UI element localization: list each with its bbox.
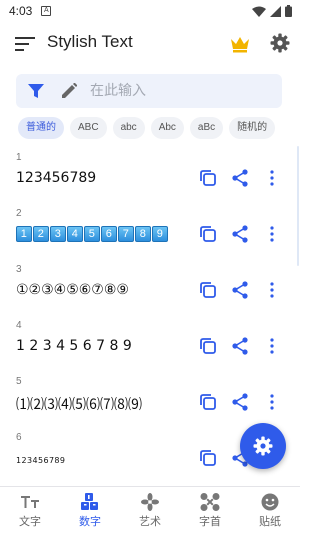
crown-icon[interactable] xyxy=(229,34,251,54)
status-indicators xyxy=(252,5,292,17)
status-time: 4:03 xyxy=(9,4,33,18)
keycap-digit: 4 xyxy=(67,226,83,242)
app-bar: Stylish Text xyxy=(0,22,300,66)
wifi-icon xyxy=(252,6,266,17)
item-text: ①②③④⑤⑥⑦⑧⑨ xyxy=(16,282,129,298)
pencil-icon[interactable] xyxy=(61,83,77,99)
bottom-navigation: 文字 数字 艺术 字首 贴纸 xyxy=(0,486,300,533)
gear-icon xyxy=(253,436,273,456)
copy-icon[interactable] xyxy=(200,394,216,410)
keycap-digit: 3 xyxy=(50,226,66,242)
more-vertical-icon[interactable] xyxy=(268,226,276,242)
list-item[interactable]: 1 123456789 xyxy=(0,146,300,202)
share-icon[interactable] xyxy=(231,225,249,243)
list-item[interactable]: 2 123456789 xyxy=(0,202,300,258)
nav-item-initials[interactable]: 字首 xyxy=(180,487,240,533)
style-chips: 普通的 ABC abc Abc aBc 随机的 xyxy=(18,117,300,139)
nav-label: 贴纸 xyxy=(259,515,281,528)
item-number: 4 xyxy=(16,320,22,331)
notification-icon: A xyxy=(41,6,52,16)
more-vertical-icon[interactable] xyxy=(268,282,276,298)
keycap-digit: 7 xyxy=(118,226,134,242)
list-item[interactable]: 3 ①②③④⑤⑥⑦⑧⑨ xyxy=(0,258,300,314)
item-text: 123456789 xyxy=(16,226,196,242)
chip-lowercase[interactable]: abc xyxy=(112,117,145,139)
item-text: 123456789 xyxy=(16,456,66,465)
keycap-digit: 6 xyxy=(101,226,117,242)
copy-icon[interactable] xyxy=(200,170,216,186)
battery-icon xyxy=(285,5,292,17)
share-icon[interactable] xyxy=(231,393,249,411)
item-number: 3 xyxy=(16,264,22,275)
item-text: 1 2 3 4 5 6 7 8 9 xyxy=(16,338,132,354)
status-bar: 4:03 A xyxy=(0,0,300,22)
chip-mixed-case[interactable]: aBc xyxy=(189,117,224,139)
keycap-digit: 5 xyxy=(84,226,100,242)
item-text: ⑴⑵⑶⑷⑸⑹⑺⑻⑼ xyxy=(16,397,142,413)
menu-icon[interactable] xyxy=(15,37,35,51)
list-item[interactable]: 4 1 2 3 4 5 6 7 8 9 xyxy=(0,314,300,370)
nav-label: 字首 xyxy=(199,515,221,528)
nav-item-text[interactable]: 文字 xyxy=(0,487,60,533)
art-icon xyxy=(141,493,159,511)
nav-item-stickers[interactable]: 贴纸 xyxy=(240,487,300,533)
signal-icon xyxy=(270,5,281,17)
chip-random[interactable]: 随机的 xyxy=(229,117,276,139)
more-vertical-icon[interactable] xyxy=(268,394,276,410)
text-input-box xyxy=(16,74,282,108)
nav-label: 文字 xyxy=(19,515,41,528)
copy-icon[interactable] xyxy=(200,226,216,242)
share-icon[interactable] xyxy=(231,281,249,299)
copy-icon[interactable] xyxy=(200,450,216,466)
numbers-icon xyxy=(81,493,98,510)
text-input[interactable] xyxy=(90,80,276,102)
item-text: 123456789 xyxy=(16,170,97,186)
item-number: 6 xyxy=(16,432,22,443)
text-icon xyxy=(21,496,39,508)
keycap-digit: 2 xyxy=(33,226,49,242)
copy-icon[interactable] xyxy=(200,282,216,298)
nav-label: 艺术 xyxy=(139,515,161,528)
nav-item-art[interactable]: 艺术 xyxy=(120,487,180,533)
chip-capitalized[interactable]: Abc xyxy=(150,117,184,139)
keycap-digit: 9 xyxy=(152,226,168,242)
nav-item-numbers[interactable]: 数字 xyxy=(60,487,120,533)
keycap-digit: 1 xyxy=(16,226,32,242)
item-number: 5 xyxy=(16,376,22,387)
more-vertical-icon[interactable] xyxy=(268,338,276,354)
list-item[interactable]: 5 ⑴⑵⑶⑷⑸⑹⑺⑻⑼ xyxy=(0,370,300,426)
item-number: 2 xyxy=(16,208,22,219)
settings-fab[interactable] xyxy=(240,423,286,469)
chip-uppercase[interactable]: ABC xyxy=(70,117,107,139)
item-number: 1 xyxy=(16,152,22,163)
chip-normal[interactable]: 普通的 xyxy=(18,117,64,139)
share-icon[interactable] xyxy=(231,337,249,355)
app-title: Stylish Text xyxy=(47,32,133,51)
keycap-digit: 8 xyxy=(135,226,151,242)
settings-gear-icon[interactable] xyxy=(270,33,290,53)
share-icon[interactable] xyxy=(231,169,249,187)
nav-label: 数字 xyxy=(79,515,101,528)
filter-icon[interactable] xyxy=(28,83,44,99)
initials-icon xyxy=(200,493,220,511)
more-vertical-icon[interactable] xyxy=(268,170,276,186)
scrollbar[interactable] xyxy=(297,146,299,266)
copy-icon[interactable] xyxy=(200,338,216,354)
sticker-icon xyxy=(261,493,279,511)
